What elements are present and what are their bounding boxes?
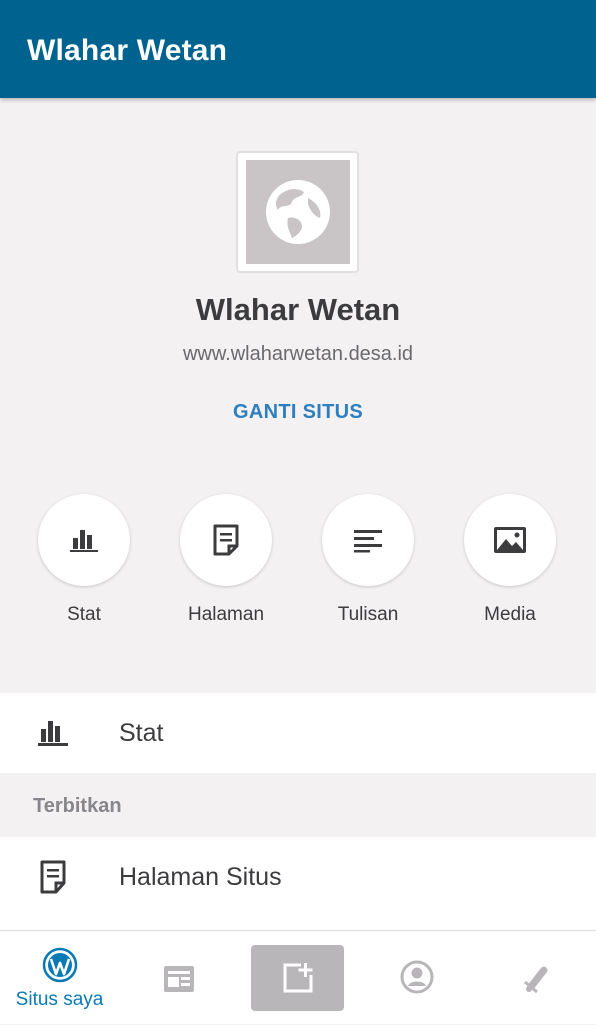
switch-site-button[interactable]: GANTI SITUS [0, 401, 596, 424]
page-icon [37, 860, 69, 894]
section-label: Terbitkan [33, 795, 122, 817]
page-icon [180, 494, 272, 586]
list-item-site-pages[interactable]: Halaman Situs [0, 837, 596, 930]
write-icon [281, 961, 315, 995]
nav-label: Situs saya [15, 989, 104, 1010]
app-bar: Wlahar Wetan [0, 0, 596, 98]
reader-icon [161, 961, 197, 997]
quick-action-pages[interactable]: Halaman [156, 494, 296, 634]
section-header-publish: Terbitkan [0, 773, 596, 837]
list-item-label: Stat [119, 719, 164, 747]
site-name: Wlahar Wetan [195, 292, 401, 327]
list-item-stat[interactable]: Stat [0, 693, 596, 773]
quick-action-posts[interactable]: Tulisan [298, 494, 438, 634]
site-icon[interactable] [236, 151, 359, 273]
quick-action-label: Media [484, 604, 536, 625]
site-url[interactable]: www.wlaharwetan.desa.id [0, 343, 596, 366]
app-bar-title: Wlahar Wetan [27, 34, 228, 67]
bar-chart-icon [37, 717, 69, 749]
globe-icon [246, 160, 350, 264]
nav-tab-my-sites[interactable]: Situs saya [0, 931, 119, 1025]
quick-action-media[interactable]: Media [440, 494, 580, 634]
bar-chart-icon [38, 494, 130, 586]
write-post-button[interactable] [251, 945, 344, 1011]
nav-tab-profile[interactable] [357, 931, 476, 1025]
quick-action-stat[interactable]: Stat [14, 494, 154, 634]
wordpress-icon [42, 947, 78, 983]
profile-icon [399, 959, 435, 995]
bottom-navigation: Situs saya [0, 930, 596, 1024]
image-icon [464, 494, 556, 586]
quick-action-label: Halaman [187, 604, 265, 625]
list-item-label: Halaman Situs [119, 863, 282, 891]
nav-tab-notifications[interactable] [476, 931, 595, 1025]
notifications-icon [518, 959, 554, 995]
quick-action-label: Stat [67, 604, 101, 625]
quick-action-label: Tulisan [337, 604, 399, 625]
posts-icon [322, 494, 414, 586]
nav-tab-reader[interactable] [119, 931, 238, 1025]
